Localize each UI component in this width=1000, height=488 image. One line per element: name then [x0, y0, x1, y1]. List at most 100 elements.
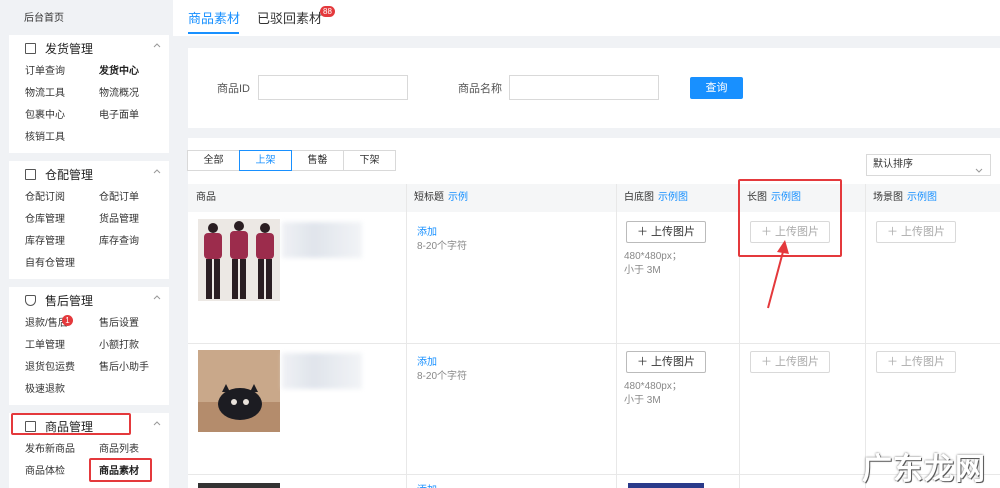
sidebar-section-shipping: 发货管理 订单查询 发货中心 物流工具 物流概况 包裹中心 电子面单 核销工具 [9, 35, 169, 153]
sidebar-item-order-query[interactable]: 订单查询 [25, 61, 99, 83]
upload-label: 上传图片 [651, 226, 696, 238]
sidebar-item-publish[interactable]: 发布新商品 [25, 439, 99, 461]
section-title: 仓配管理 [45, 167, 94, 182]
query-button[interactable]: 查询 [690, 77, 743, 99]
row-divider [188, 343, 1000, 344]
sidebar-item-stock-query[interactable]: 库存查询 [99, 231, 173, 253]
plus-icon: ＋ [760, 356, 776, 368]
sidebar-item-wh-manage[interactable]: 仓库管理 [25, 209, 99, 231]
sidebar-item-fast-refund[interactable]: 极速退款 [25, 379, 99, 401]
sidebar-item-stock-manage[interactable]: 库存管理 [25, 231, 99, 253]
upload-white-bg-button[interactable]: ＋ 上传图片 [626, 221, 706, 243]
th-scene: 场景图 示例图 [873, 184, 937, 212]
sidebar-item-ship-center[interactable]: 发货中心 [99, 61, 173, 83]
upload-label: 上传图片 [775, 356, 820, 368]
th-short-title: 短标题 示例 [414, 184, 468, 212]
plus-icon: ＋ [636, 226, 652, 238]
product-id-input[interactable] [258, 75, 408, 100]
upload-white-bg-button[interactable]: ＋ 上传图片 [626, 351, 706, 373]
sidebar-item-aftersale-settings[interactable]: 售后设置 [99, 313, 173, 335]
annotation-box [11, 413, 131, 435]
upload-label: 上传图片 [651, 356, 696, 368]
upload-scene-image-button[interactable]: ＋ 上传图片 [876, 221, 956, 243]
annotation-box [89, 458, 152, 482]
col-divider [406, 184, 407, 488]
plus-icon: ＋ [886, 226, 902, 238]
seg-all[interactable]: 全部 [187, 150, 240, 171]
sidebar: 后台首页 发货管理 订单查询 发货中心 物流工具 物流概况 包裹中心 电子面单 … [0, 0, 173, 488]
section-header-warehouse[interactable]: 仓配管理 [9, 161, 169, 187]
sidebar-item-logistics-tools[interactable]: 物流工具 [25, 83, 99, 105]
image-spec: 480*480px； 小于 3M [624, 250, 682, 278]
tab-bar: 商品素材 已驳回素材 88 [173, 0, 1000, 36]
blurred-product-title [282, 353, 362, 389]
sidebar-item-own-warehouse[interactable]: 自有仓管理 [25, 253, 99, 275]
warehouse-icon [25, 168, 36, 180]
col-divider [865, 184, 866, 488]
sort-select[interactable]: 默认排序 [866, 154, 991, 176]
sidebar-item-product-check[interactable]: 商品体检 [25, 461, 99, 483]
section-title: 售后管理 [45, 293, 94, 308]
sidebar-item-wh-subscribe[interactable]: 仓配订阅 [25, 187, 99, 209]
sidebar-item-small-pay[interactable]: 小额打款 [99, 335, 173, 357]
seg-sold-out[interactable]: 售罄 [291, 150, 344, 171]
white-bg-thumbnail [628, 483, 704, 488]
sidebar-item-wh-orders[interactable]: 仓配订单 [99, 187, 173, 209]
sidebar-item-e-waybill[interactable]: 电子面单 [99, 105, 173, 127]
product-thumbnail [198, 483, 280, 488]
sidebar-item-goods-manage[interactable]: 货品管理 [99, 209, 173, 231]
product-name-label: 商品名称 [458, 83, 502, 95]
short-title-hint: 8-20个字符 [417, 241, 468, 252]
sidebar-item-tickets[interactable]: 工单管理 [25, 335, 99, 357]
blurred-product-title [282, 222, 362, 258]
chevron-up-icon [153, 168, 161, 176]
th-label: 短标题 [414, 192, 444, 203]
filter-panel: 商品ID 商品名称 查询 [188, 48, 1000, 128]
tab-rejected[interactable]: 已驳回素材 [257, 8, 322, 27]
seg-off-shelf[interactable]: 下架 [343, 150, 396, 171]
th-example-link[interactable]: 示例图 [907, 192, 937, 203]
sidebar-section-warehouse: 仓配管理 仓配订阅 仓配订单 仓库管理 货品管理 库存管理 库存查询 自有仓管理 [9, 161, 169, 279]
sidebar-home[interactable]: 后台首页 [24, 9, 64, 24]
add-short-title-link[interactable]: 添加 [417, 223, 437, 238]
section-header-shipping[interactable]: 发货管理 [9, 35, 169, 61]
refund-badge: 1 [62, 315, 73, 326]
plus-icon: ＋ [886, 356, 902, 368]
sidebar-item-verify-tools[interactable]: 核销工具 [25, 127, 99, 149]
annotation-arrow [767, 240, 789, 309]
image-spec: 480*480px； 小于 3M [624, 380, 682, 408]
sidebar-item-return-shipping[interactable]: 退货包运费 [25, 357, 99, 379]
th-example-link[interactable]: 示例 [448, 192, 468, 203]
chevron-up-icon [153, 294, 161, 302]
sidebar-section-aftersale: 售后管理 退款/售后 1 售后设置 工单管理 小额打款 退货包运费 售后小助手 … [9, 287, 169, 405]
th-example-link[interactable]: 示例图 [658, 192, 688, 203]
sidebar-item-aftersale-helper[interactable]: 售后小助手 [99, 357, 173, 379]
add-short-title-link[interactable]: 添加 [417, 353, 437, 368]
spec-size: 480*480px； [624, 381, 682, 392]
sidebar-item-logistics-overview[interactable]: 物流概况 [99, 83, 173, 105]
seg-on-shelf[interactable]: 上架 [239, 150, 292, 171]
tab-material[interactable]: 商品素材 [188, 8, 240, 27]
product-name-input[interactable] [509, 75, 659, 100]
watermark-text: 广东龙网 [862, 452, 986, 487]
short-title-hint: 8-20个字符 [417, 371, 468, 382]
upload-label: 上传图片 [901, 356, 946, 368]
sidebar-item-refund[interactable]: 退款/售后 1 [25, 313, 99, 335]
th-product: 商品 [196, 192, 216, 203]
chevron-up-icon [153, 420, 161, 428]
section-title: 发货管理 [45, 41, 94, 56]
add-short-title-link[interactable]: 添加 [417, 481, 437, 488]
upload-long-image-button[interactable]: ＋ 上传图片 [750, 351, 830, 373]
section-header-aftersale[interactable]: 售后管理 [9, 287, 169, 313]
main-panel: 商品素材 已驳回素材 88 商品ID 商品名称 查询 全部 上架 售罄 下架 默… [173, 0, 1000, 488]
table-header: 商品 短标题 示例 白底图 示例图 长图 示例图 场景图 示例图 [188, 184, 1000, 212]
chevron-down-icon [975, 162, 983, 182]
sidebar-item-package-center[interactable]: 包裹中心 [25, 105, 99, 127]
chevron-up-icon [153, 42, 161, 50]
upload-scene-image-button[interactable]: ＋ 上传图片 [876, 351, 956, 373]
rejected-count-badge: 88 [320, 6, 335, 17]
status-segment: 全部 上架 售罄 下架 [187, 150, 396, 171]
spec-filesize: 小于 3M [624, 395, 661, 406]
product-thumbnail [198, 350, 280, 432]
document-icon [25, 42, 36, 54]
